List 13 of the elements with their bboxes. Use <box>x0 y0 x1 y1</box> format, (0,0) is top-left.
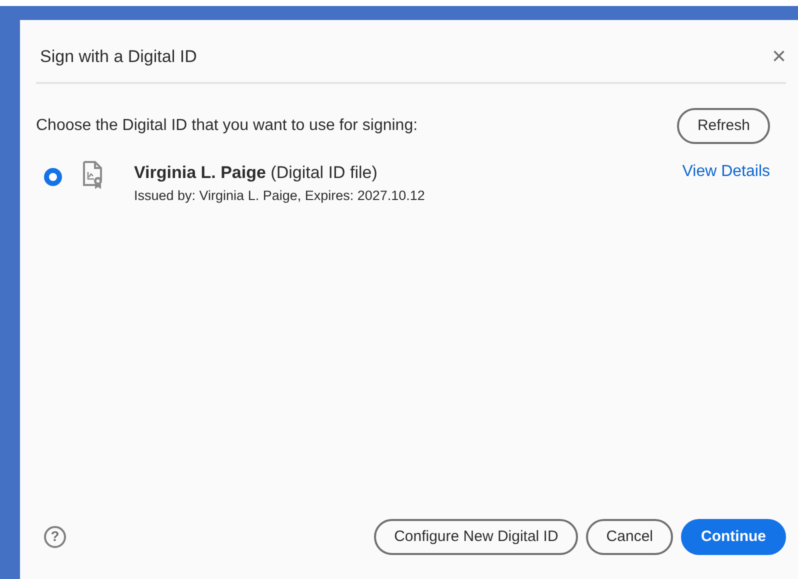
configure-button[interactable]: Configure New Digital ID <box>374 518 578 555</box>
help-icon[interactable]: ? <box>44 526 66 548</box>
digital-id-details: Issued by: Virginia L. Paige, Expires: 2027.10.12 <box>134 186 426 205</box>
certificate-file-icon <box>82 160 104 190</box>
refresh-button[interactable]: Refresh <box>677 108 770 144</box>
view-details-link[interactable]: View Details <box>682 160 770 184</box>
continue-button[interactable]: Continue <box>681 518 786 555</box>
digital-id-name: Virginia L. Paige (Digital ID file) <box>134 162 378 184</box>
close-button[interactable]: × <box>772 44 786 69</box>
prompt-text: Choose the Digital ID that you want to use for signing: <box>36 116 418 136</box>
dialog-title: Sign with a Digital ID <box>40 46 197 68</box>
radio-button[interactable] <box>44 168 62 186</box>
cancel-button[interactable]: Cancel <box>586 518 673 555</box>
